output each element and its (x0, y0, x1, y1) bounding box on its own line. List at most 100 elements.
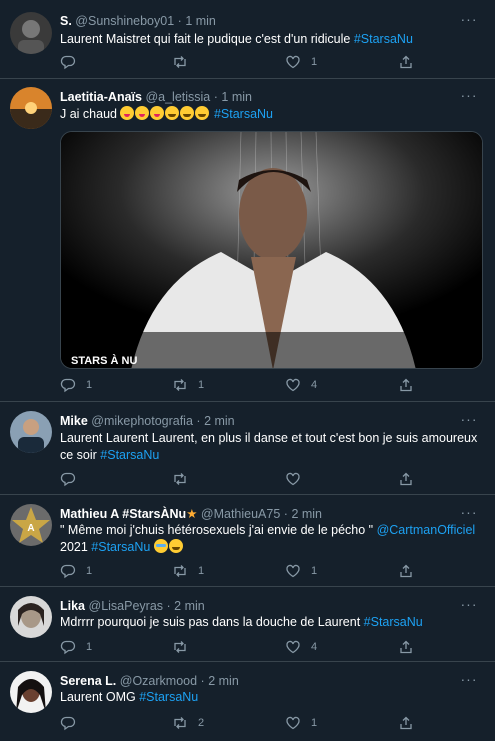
tweet-header: Lika @LisaPeyras · 2 min (60, 598, 455, 614)
reply-count: 1 (86, 641, 93, 653)
mention-link[interactable]: @CartmanOfficiel (377, 523, 476, 537)
avatar[interactable] (10, 596, 52, 638)
laughing-emoji-icon (165, 106, 180, 120)
share-button[interactable] (398, 638, 414, 656)
retweet-button[interactable]: 2 (172, 714, 204, 732)
more-options-icon[interactable]: ··· (459, 412, 479, 430)
reply-button[interactable] (60, 714, 86, 732)
like-button[interactable]: 4 (285, 376, 317, 394)
separator-dot: · (196, 414, 201, 428)
timestamp[interactable]: 2 min (174, 599, 205, 613)
retweet-count: 1 (198, 565, 205, 577)
more-options-icon[interactable]: ··· (459, 672, 479, 690)
reply-icon (60, 640, 76, 655)
like-button[interactable] (285, 470, 311, 488)
share-button[interactable] (398, 714, 414, 732)
display-name[interactable]: S. (60, 14, 72, 28)
hashtag-link[interactable]: #StarsaNu (100, 448, 159, 462)
reply-button[interactable]: 1 (60, 562, 92, 580)
like-button[interactable]: 1 (285, 714, 317, 732)
tweet[interactable]: A Mathieu A #StarsÀNu★ @MathieuA75 · 2 m… (0, 495, 495, 587)
user-handle[interactable]: @LisaPeyras (89, 599, 164, 613)
media-image[interactable]: STARS À NU (60, 131, 483, 369)
share-icon (400, 472, 412, 486)
timeline: S. @Sunshineboy01 · 1 min ··· Laurent Ma… (0, 0, 495, 741)
hashtag-link[interactable]: #StarsaNu (91, 540, 150, 554)
tweet-actions (60, 470, 480, 488)
separator-dot: · (213, 90, 218, 104)
retweet-icon (174, 379, 186, 391)
display-name[interactable]: Serena L. (60, 674, 116, 688)
more-options-icon[interactable]: ··· (459, 505, 479, 523)
retweet-icon (174, 473, 186, 485)
tweet-text: " Même moi j'chuis hétérosexuels j'ai en… (60, 522, 479, 556)
timestamp[interactable]: 1 min (185, 14, 216, 28)
avatar[interactable]: A (10, 504, 52, 546)
hashtag-link[interactable]: #StarsaNu (354, 32, 413, 46)
reply-button[interactable] (60, 53, 86, 71)
avatar[interactable] (10, 671, 52, 713)
tweet-actions: 1 (60, 53, 480, 71)
like-button[interactable]: 1 (285, 562, 317, 580)
tweet[interactable]: S. @Sunshineboy01 · 1 min ··· Laurent Ma… (0, 0, 495, 79)
timestamp[interactable]: 2 min (204, 414, 235, 428)
user-handle[interactable]: @a_letissia (145, 90, 210, 104)
display-name[interactable]: Mathieu A #StarsÀNu (60, 507, 186, 521)
avatar[interactable] (10, 87, 52, 129)
timestamp[interactable]: 2 min (208, 674, 239, 688)
retweet-button[interactable] (172, 53, 198, 71)
share-button[interactable] (398, 562, 414, 580)
share-button[interactable] (398, 470, 414, 488)
reply-button[interactable]: 1 (60, 376, 92, 394)
share-icon (400, 378, 412, 392)
retweet-button[interactable]: 1 (172, 562, 204, 580)
star-emoji-icon: ★ (186, 507, 198, 521)
retweet-button[interactable] (172, 470, 198, 488)
avatar[interactable] (10, 12, 52, 54)
tweet[interactable]: Serena L. @Ozarkmood · 2 min ··· Laurent… (0, 662, 495, 741)
timestamp[interactable]: 1 min (221, 90, 252, 104)
tweet-header: Mathieu A #StarsÀNu★ @MathieuA75 · 2 min (60, 506, 455, 522)
reply-icon (60, 378, 76, 393)
more-options-icon[interactable]: ··· (459, 88, 479, 106)
avatar[interactable] (10, 411, 52, 453)
share-button[interactable] (398, 53, 414, 71)
reply-button[interactable]: 1 (60, 638, 92, 656)
share-button[interactable] (398, 376, 414, 394)
tweet-text: Laurent OMG #StarsaNu (60, 689, 479, 706)
share-icon (400, 640, 412, 654)
hashtag-link[interactable]: #StarsaNu (139, 690, 198, 704)
display-name[interactable]: Laetitia-Anaïs (60, 90, 142, 104)
reply-button[interactable] (60, 470, 86, 488)
user-handle[interactable]: @mikephotografia (91, 414, 193, 428)
retweet-icon (174, 565, 186, 577)
separator-dot: · (166, 599, 171, 613)
reply-count: 1 (86, 565, 93, 577)
svg-text:A: A (27, 523, 34, 534)
hashtag-link[interactable]: #StarsaNu (214, 107, 273, 121)
more-options-icon[interactable]: ··· (459, 12, 479, 30)
retweet-count: 1 (198, 379, 205, 391)
tweet[interactable]: Lika @LisaPeyras · 2 min ··· Mdrrrr pour… (0, 587, 495, 662)
display-name[interactable]: Lika (60, 599, 85, 613)
display-name[interactable]: Mike (60, 414, 88, 428)
crying-emoji-icon (153, 539, 168, 553)
user-handle[interactable]: @Sunshineboy01 (75, 14, 174, 28)
tweet[interactable]: Mike @mikephotografia · 2 min ··· Lauren… (0, 402, 495, 495)
tweet-header: Laetitia-Anaïs @a_letissia · 1 min (60, 89, 455, 105)
timestamp[interactable]: 2 min (291, 507, 322, 521)
tweet-actions: 2 1 (60, 714, 480, 732)
tweet[interactable]: Laetitia-Anaïs @a_letissia · 1 min ··· J… (0, 79, 495, 402)
retweet-button[interactable]: 1 (172, 376, 204, 394)
like-count: 4 (311, 641, 318, 653)
laughing-emoji-icon (195, 106, 210, 120)
more-options-icon[interactable]: ··· (459, 597, 479, 615)
retweet-button[interactable] (172, 638, 198, 656)
tweet-body: " Même moi j'chuis hétérosexuels j'ai en… (60, 523, 377, 537)
like-button[interactable]: 1 (285, 53, 317, 71)
user-handle[interactable]: @MathieuA75 (201, 507, 280, 521)
hashtag-link[interactable]: #StarsaNu (364, 615, 423, 629)
like-count: 1 (311, 565, 318, 577)
like-button[interactable]: 4 (285, 638, 317, 656)
user-handle[interactable]: @Ozarkmood (120, 674, 197, 688)
